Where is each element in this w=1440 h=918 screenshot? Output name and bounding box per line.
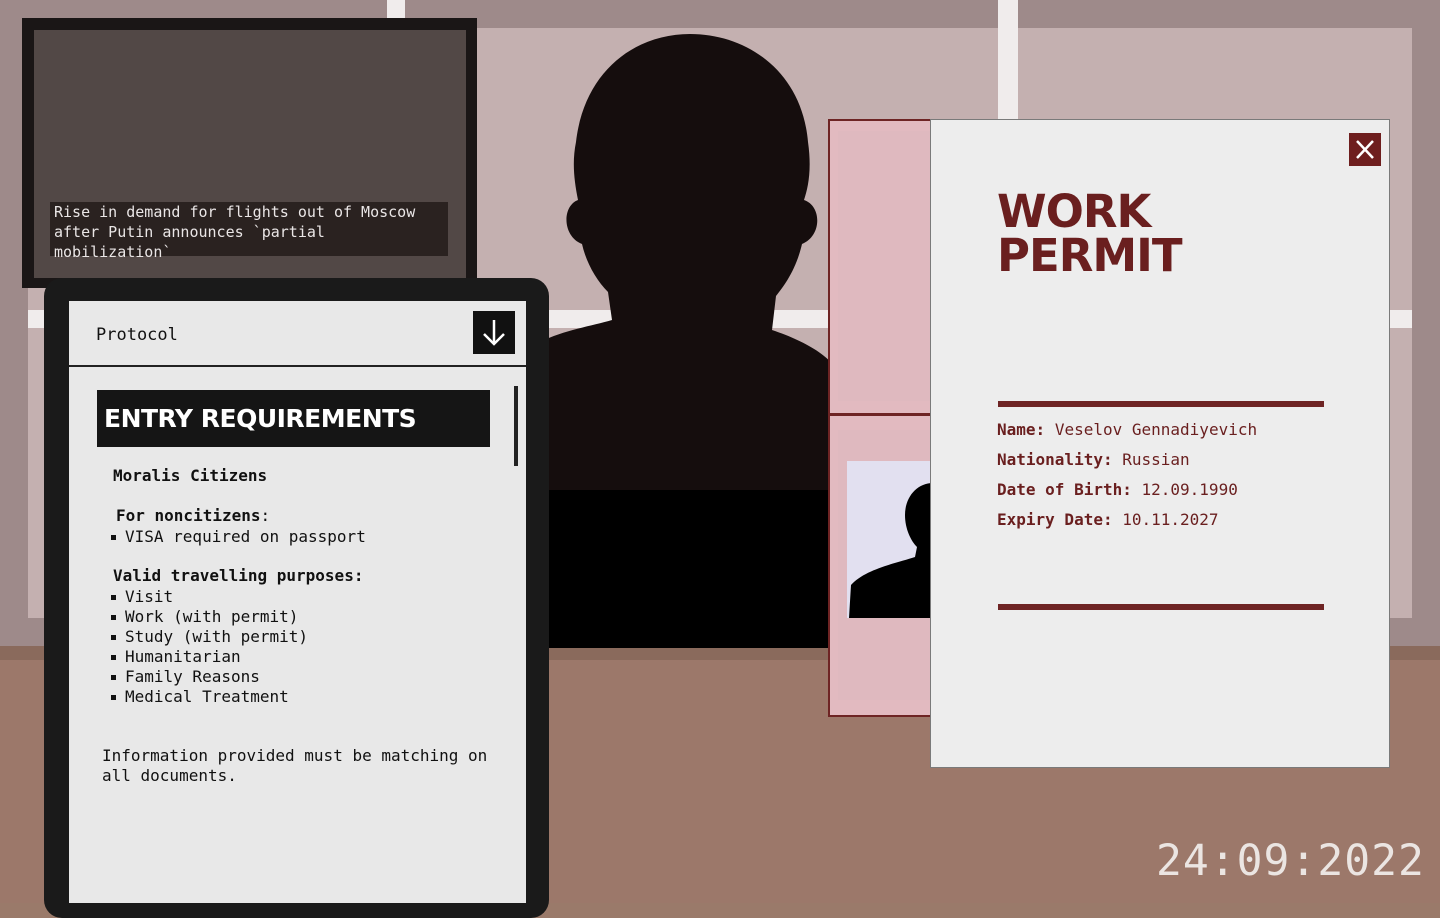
- permit-title-line: WORK: [997, 185, 1151, 238]
- person-silhouette-icon: [849, 483, 937, 618]
- list-item-text: Work (with permit): [125, 607, 299, 626]
- bullet-icon: [111, 695, 116, 700]
- list-item-text: VISA required on passport: [125, 527, 366, 546]
- bullet-icon: [111, 595, 116, 600]
- bullet-icon: [111, 615, 116, 620]
- field-value: Russian: [1122, 450, 1190, 469]
- list-item-text: Visit: [125, 587, 174, 606]
- field-label: Name:: [997, 420, 1046, 439]
- news-caption: Rise in demand for flights out of Moscow…: [50, 202, 448, 261]
- section-title-text: For noncitizens: [116, 506, 261, 525]
- permit-expiry-field[interactable]: Expiry Date: 10.11.2027: [997, 510, 1219, 529]
- permit-rule: [998, 401, 1324, 407]
- permit-nationality-field[interactable]: Nationality: Russian: [997, 450, 1190, 469]
- permit-rule: [998, 604, 1324, 610]
- passport-photo: [847, 461, 937, 618]
- permit-title: WORK PERMIT: [997, 185, 1183, 282]
- bullet-icon: [111, 675, 116, 680]
- note-line: all documents.: [102, 766, 237, 785]
- list-item: Study (with permit): [111, 627, 308, 647]
- window-mullion: [998, 0, 1018, 28]
- field-value: Veselov Gennadiyevich: [1054, 420, 1258, 439]
- protocol-note: Information provided must be matching on…: [102, 746, 487, 786]
- wall-edge: [1412, 0, 1440, 648]
- permit-title-line: PERMIT: [997, 229, 1183, 282]
- passport-page: [838, 131, 938, 401]
- permit-name-field[interactable]: Name: Veselov Gennadiyevich: [997, 420, 1257, 439]
- list-item: Work (with permit): [111, 607, 308, 627]
- field-label: Nationality:: [997, 450, 1113, 469]
- list-item-text: Medical Treatment: [125, 687, 289, 706]
- list-item: Visit: [111, 587, 308, 607]
- list-item: Medical Treatment: [111, 687, 308, 707]
- list-item: VISA required on passport: [111, 527, 366, 547]
- field-value: 12.09.1990: [1141, 480, 1238, 499]
- field-label: Date of Birth:: [997, 480, 1132, 499]
- field-value: 10.11.2027: [1122, 510, 1219, 529]
- entry-requirements-heading: ENTRY REQUIREMENTS: [97, 390, 490, 447]
- list-item-text: Study (with permit): [125, 627, 309, 646]
- arrow-down-icon: [483, 320, 505, 346]
- protocol-title: Protocol: [96, 325, 178, 345]
- close-icon: [1356, 140, 1374, 159]
- news-caption-line: after Putin announces `partial mobilizat…: [54, 223, 325, 261]
- section-title: Moralis Citizens: [113, 466, 268, 485]
- section-title-suffix: :: [260, 506, 271, 525]
- list-item: Family Reasons: [111, 667, 308, 687]
- list-item: Humanitarian: [111, 647, 308, 667]
- bullet-icon: [111, 635, 116, 640]
- permit-dob-field[interactable]: Date of Birth: 12.09.1990: [997, 480, 1238, 499]
- protocol-collapse-button[interactable]: [473, 311, 515, 354]
- noncitizen-list: VISA required on passport: [111, 527, 366, 547]
- section-title: Valid travelling purposes:: [113, 566, 364, 585]
- list-item-text: Family Reasons: [125, 667, 260, 686]
- section-title: For noncitizens:: [116, 506, 270, 525]
- booth-counter: [540, 490, 840, 648]
- protocol-scrollbar[interactable]: [514, 386, 518, 466]
- field-label: Expiry Date:: [997, 510, 1113, 529]
- traveler-silhouette[interactable]: [540, 30, 840, 490]
- list-item-text: Humanitarian: [125, 647, 241, 666]
- news-caption-line: Rise in demand for flights out of Moscow: [54, 203, 416, 221]
- bullet-icon: [111, 535, 116, 540]
- close-button[interactable]: [1349, 133, 1381, 166]
- bullet-icon: [111, 655, 116, 660]
- note-line: Information provided must be matching on: [102, 746, 488, 765]
- game-date: 24:09:2022: [1156, 836, 1425, 886]
- purposes-list: Visit Work (with permit) Study (with per…: [111, 587, 308, 707]
